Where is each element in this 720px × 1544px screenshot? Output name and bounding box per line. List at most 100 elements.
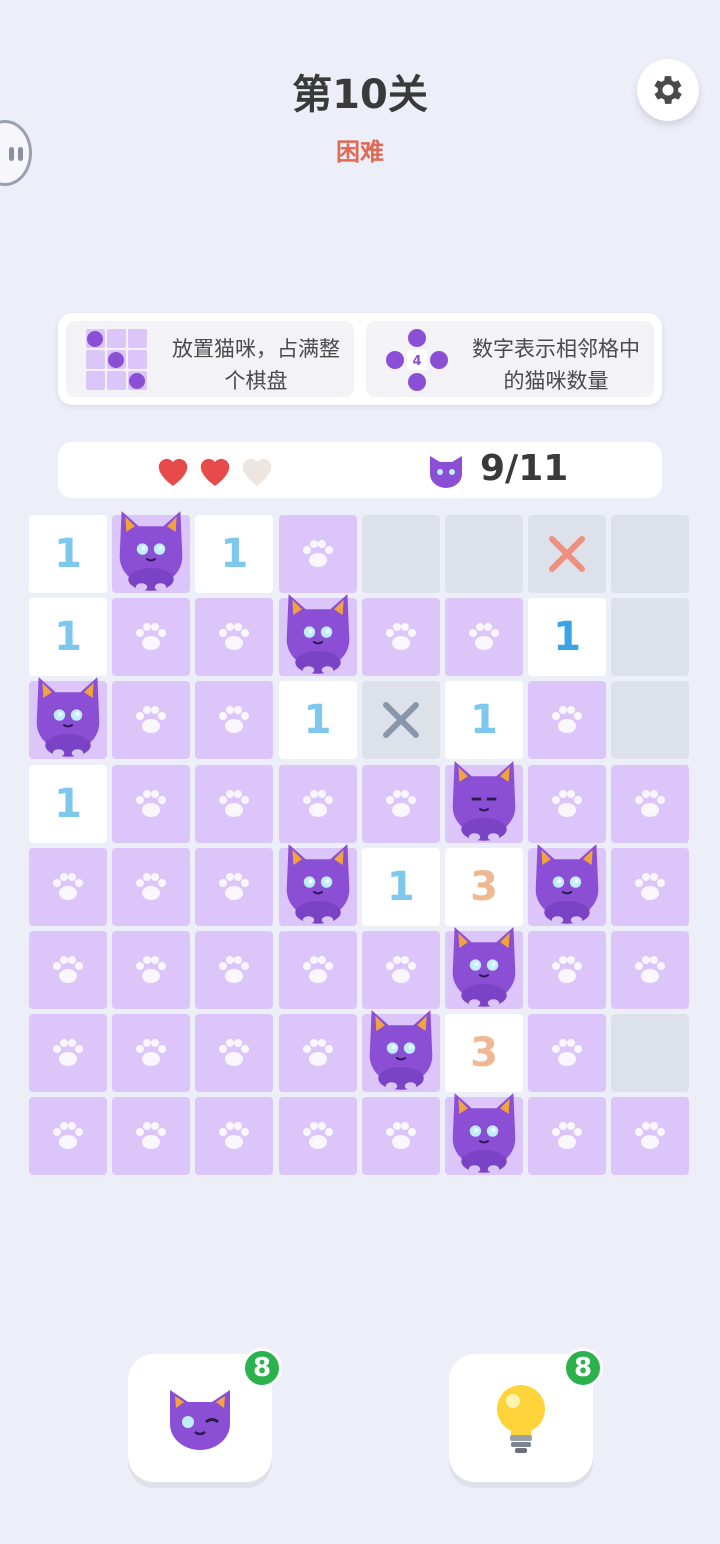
paw-cell[interactable] [112,847,191,926]
paw-icon [219,789,250,817]
paw-cell[interactable] [528,1014,607,1093]
paw-cell[interactable] [528,764,607,843]
paw-cell[interactable] [278,1014,357,1093]
paw-cell[interactable] [195,931,274,1009]
cats-placed-count: 9/11 [480,448,569,489]
paw-cell[interactable] [112,1014,191,1093]
clue-number: 1 [553,614,582,661]
empty-cell[interactable] [361,515,440,593]
clue-cell[interactable]: 3 [445,1014,523,1093]
paw-icon [219,1039,250,1067]
paw-cell[interactable] [611,1097,690,1176]
rule-tip-numbers: 4 数字表示相邻格中的猫咪数量 [366,321,654,397]
cat-cell[interactable] [361,1010,440,1093]
cat-cell[interactable] [29,677,107,760]
crossed-cell[interactable] [361,681,440,760]
paw-icon [635,956,666,983]
clue-cell[interactable]: 1 [278,681,357,760]
clue-number: 1 [303,697,332,744]
cat-piece-icon [286,843,349,924]
clue-cell[interactable]: 1 [195,515,274,593]
cat-cell[interactable] [112,511,191,593]
level-title: 第10关 [292,72,428,118]
hint-tool-button[interactable]: 8 [449,1348,603,1482]
cat-cell[interactable] [278,594,357,677]
paw-cell[interactable] [361,598,440,677]
paw-cell[interactable] [112,681,191,760]
cat-tool-count-badge: 8 [242,1348,282,1388]
empty-cell[interactable] [611,681,690,760]
paw-cell[interactable] [195,1097,274,1176]
paw-cell[interactable] [29,931,107,1009]
paw-cell[interactable] [195,1014,274,1093]
paw-cell[interactable] [361,764,440,843]
empty-cell[interactable] [611,515,690,593]
hint-tool-count-badge: 8 [563,1348,603,1388]
paw-cell[interactable] [195,681,274,760]
rule-tip-text: 数字表示相邻格中的猫咪数量 [472,337,640,393]
clue-number: 1 [386,863,415,910]
paw-cell[interactable] [29,1014,107,1093]
clue-number: 3 [470,863,498,910]
paw-cell[interactable] [528,1097,607,1176]
clue-cell[interactable]: 1 [29,764,107,843]
paw-cell[interactable] [611,931,690,1009]
cat-piece-icon [535,843,599,924]
cat-cell[interactable] [445,927,523,1009]
paw-cell[interactable] [278,931,357,1009]
cross-icon [549,536,586,572]
clue-cell[interactable]: 3 [445,847,523,926]
clue-cell[interactable]: 1 [29,515,107,593]
clue-number: 1 [54,780,82,827]
paw-cell[interactable] [278,515,357,593]
paw-cell[interactable] [112,931,191,1009]
cat-cell[interactable] [278,843,357,926]
paw-cell[interactable] [195,764,274,843]
paw-cell[interactable] [278,1097,357,1176]
cat-cell[interactable] [445,1093,523,1176]
crossed-cell[interactable] [528,515,607,593]
paw-cell[interactable] [445,598,523,677]
paw-cell[interactable] [112,1097,191,1176]
paw-icon [302,956,333,983]
paw-cell[interactable] [29,1097,107,1176]
paw-icon [302,1122,333,1150]
paw-icon [53,1122,83,1150]
paw-cell[interactable] [112,598,191,677]
paw-cell[interactable] [112,764,191,843]
paw-icon [219,706,250,734]
paw-cell[interactable] [611,847,690,926]
cat-piece-icon [119,511,183,591]
paw-icon [219,956,250,983]
clue-cell[interactable]: 1 [445,681,523,760]
paw-icon [302,1039,333,1067]
paw-cell[interactable] [195,598,274,677]
paw-icon [385,1122,416,1150]
cat-neighbors-icon: 4 [386,329,448,391]
paw-cell[interactable] [361,931,440,1009]
paw-cell[interactable] [528,931,607,1009]
empty-cell[interactable] [611,598,690,677]
paw-cell[interactable] [611,764,690,843]
clue-number: 1 [220,531,249,577]
paw-icon [385,789,416,817]
paw-icon [552,1122,583,1150]
cat-cell[interactable] [445,760,523,843]
paw-cell[interactable] [195,847,274,926]
clue-cell[interactable]: 1 [528,598,607,677]
cat-piece-icon [452,927,516,1007]
paw-cell[interactable] [361,1097,440,1176]
cat-cell[interactable] [528,843,607,926]
paw-cell[interactable] [528,681,607,760]
paw-icon [219,1122,250,1150]
clue-cell[interactable]: 1 [361,847,440,926]
winking-cat-icon [170,1390,230,1450]
clue-cell[interactable]: 1 [29,598,107,677]
empty-cell[interactable] [445,515,523,593]
settings-button[interactable] [637,59,699,121]
paw-cell[interactable] [29,847,107,926]
empty-cell[interactable] [611,1014,690,1093]
place-cat-tool-button[interactable]: 8 [128,1348,282,1482]
paw-icon [136,789,167,817]
paw-cell[interactable] [278,764,357,843]
